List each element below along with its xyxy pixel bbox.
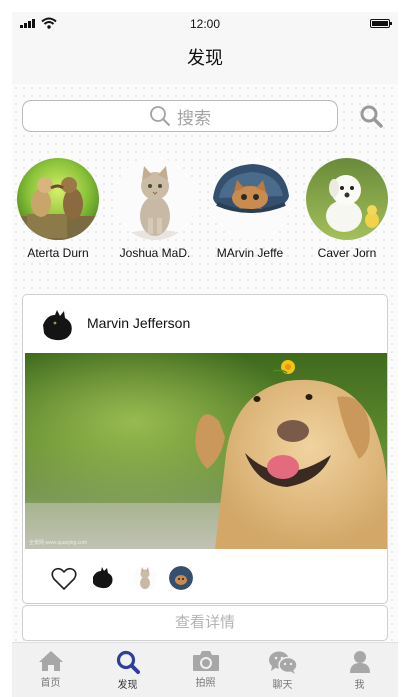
- person-icon: [349, 651, 370, 673]
- cat-in-hat-photo: [209, 158, 291, 240]
- liker-avatar[interactable]: [169, 566, 193, 590]
- search-icon: [116, 650, 140, 674]
- photo-watermark: 全景网 www.quanjing.com: [29, 540, 88, 546]
- tab-camera[interactable]: 拍照: [167, 643, 244, 697]
- story-avatar: [17, 158, 99, 240]
- story-name: Caver Jorn: [317, 246, 377, 260]
- heart-outline-icon[interactable]: [51, 567, 77, 591]
- nav-bar: 发现: [12, 36, 398, 84]
- post-author[interactable]: Marvin Jefferson: [87, 315, 190, 331]
- tab-label: 首页: [40, 678, 61, 689]
- story-avatar: [209, 158, 291, 240]
- story-item[interactable]: Joshua MaD.: [110, 158, 200, 260]
- search-icon: [150, 106, 170, 126]
- battery-icon: [370, 19, 392, 28]
- kitten-photo: [114, 158, 196, 240]
- story-name: MArvin Jeffe: [216, 246, 284, 260]
- black-cat-silhouette: [93, 567, 113, 589]
- search-placeholder: 搜索: [177, 108, 211, 128]
- golden-labrador-with-flower-photo: [25, 353, 387, 549]
- story-avatar: [306, 158, 388, 240]
- liker-avatar[interactable]: [133, 566, 157, 590]
- post-photo[interactable]: 全景网 www.quanjing.com: [25, 353, 387, 549]
- story-avatar: [114, 158, 196, 240]
- story-item[interactable]: MArvin Jeffe: [205, 158, 295, 260]
- tab-home[interactable]: 首页: [12, 643, 89, 697]
- status-bar: 12:00: [12, 12, 398, 36]
- liker-avatar[interactable]: [91, 566, 115, 590]
- view-details-button[interactable]: 查看详情: [22, 605, 388, 641]
- cat-in-hat-photo: [169, 566, 193, 590]
- post-header: Marvin Jefferson: [23, 295, 387, 353]
- black-cat-avatar[interactable]: [41, 309, 75, 341]
- tab-label: 发现: [117, 680, 138, 691]
- story-name: Joshua MaD.: [119, 246, 191, 260]
- puppy-and-chick-photo: [306, 158, 388, 240]
- wechat-chat-icon: [268, 651, 298, 674]
- story-name: Aterta Durn: [27, 246, 89, 260]
- tab-label: 我: [354, 680, 365, 691]
- post-card: Marvin Jefferson 全景网 www.quanjing.com: [22, 294, 388, 604]
- page-title: 发现: [187, 48, 223, 68]
- search-button[interactable]: [359, 104, 383, 128]
- story-item[interactable]: Caver Jorn: [302, 158, 392, 260]
- search-input[interactable]: 搜索: [22, 100, 338, 132]
- two-monkeys-photo: [17, 158, 99, 240]
- tab-label: 聊天: [272, 680, 293, 691]
- post-actions: [23, 559, 387, 599]
- phone-screen: 12:00 发现 搜索 Aterta Durn Joshua MaD. MArv…: [12, 12, 398, 697]
- tab-discover[interactable]: 发现: [89, 643, 166, 697]
- status-time: 12:00: [189, 17, 221, 31]
- tab-chat[interactable]: 聊天: [244, 643, 321, 697]
- tab-me[interactable]: 我: [321, 643, 398, 697]
- kitten-photo: [133, 566, 157, 590]
- story-item[interactable]: Aterta Durn: [13, 158, 103, 260]
- tab-label: 拍照: [195, 678, 216, 689]
- tab-bar: 首页 发现 拍照 聊天 我: [12, 642, 398, 697]
- camera-icon: [192, 651, 219, 671]
- home-icon: [38, 651, 63, 671]
